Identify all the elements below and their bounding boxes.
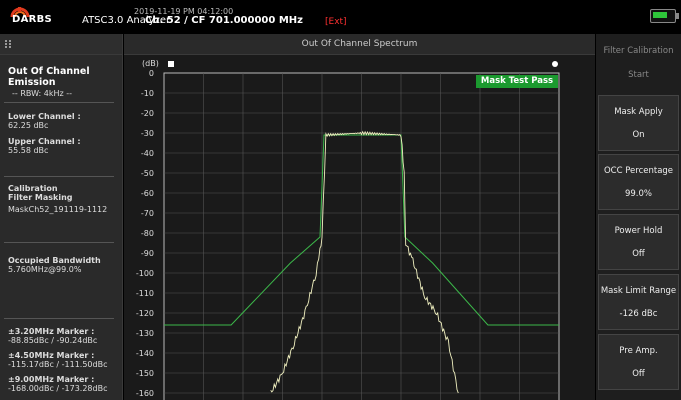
- right-soft-key-panel: Filter Calibration Start Mask Apply On O…: [596, 34, 681, 400]
- spectrum-panel: Out Of Channel Spectrum (dB) 0 -10 -20 -30-…: [124, 34, 595, 400]
- spectrum-trace: [270, 130, 459, 394]
- title-bar: DARBS ATSC3.0 Analyzer 2019-11-19 PM 04:…: [0, 0, 681, 33]
- y-tick-label: -110: [136, 289, 154, 298]
- marker-3-20mhz: ±3.20MHz Marker : -88.85dBc / -90.24dBc: [8, 327, 98, 345]
- divider: [4, 318, 114, 319]
- divider: [4, 176, 114, 177]
- y-tick-label: -30: [141, 129, 154, 138]
- y-tick-label: -140: [136, 349, 154, 358]
- occupied-bandwidth: Occupied Bandwidth 5.760MHz@99.0%: [8, 256, 101, 274]
- spectrum-chart[interactable]: 0 -10 -20 -30 -40 -50 -60 -70 -80 -90 -100 -110 -120…: [124, 34, 595, 400]
- channel-frequency: Ch. 52 / CF 701.000000 MHz: [145, 15, 303, 26]
- mask-apply-button[interactable]: Mask Apply On: [598, 95, 679, 151]
- mask-limit-range-button[interactable]: Mask Limit Range -126 dBc: [598, 274, 679, 330]
- marker-9-00mhz: ±9.00MHz Marker : -168.00dBc / -173.28dB…: [8, 375, 108, 393]
- y-tick-label: 0: [149, 69, 154, 78]
- y-tick-label: -10: [141, 89, 154, 98]
- y-tick-label: -50: [141, 169, 154, 178]
- ext-indicator: [Ext]: [325, 17, 347, 27]
- rbw-label: -- RBW: 4kHz --: [12, 89, 73, 98]
- mask-test-badge: Mask Test Pass: [476, 75, 558, 88]
- occ-percentage-button[interactable]: OCC Percentage 99.0%: [598, 154, 679, 210]
- power-hold-button[interactable]: Power Hold Off: [598, 214, 679, 270]
- drag-grip-icon[interactable]: [5, 40, 11, 48]
- y-tick-label: -120: [136, 309, 154, 318]
- y-tick-label: -20: [141, 109, 154, 118]
- y-tick-label: -100: [136, 269, 154, 278]
- measurement-title: Out Of Channel Emission: [8, 66, 90, 88]
- y-tick-label: -150: [136, 369, 154, 378]
- marker-4-50mhz: ±4.50MHz Marker : -115.17dBc / -111.50dB…: [8, 351, 108, 369]
- divider: [4, 102, 114, 103]
- left-info-panel: Out Of Channel Emission -- RBW: 4kHz -- …: [0, 34, 123, 400]
- filter-calibration-label[interactable]: Filter Calibration: [596, 46, 681, 56]
- pre-amp-button[interactable]: Pre Amp. Off: [598, 334, 679, 390]
- y-tick-label: -80: [141, 229, 154, 238]
- battery-icon: [650, 9, 679, 23]
- y-tick-label: -40: [141, 149, 154, 158]
- y-tick-label: -130: [136, 329, 154, 338]
- y-tick-label: -70: [141, 209, 154, 218]
- calibration-info: Calibration Filter Masking MaskCh52_1911…: [8, 184, 108, 214]
- y-tick-label: -60: [141, 189, 154, 198]
- logo-text: DARBS: [12, 14, 53, 25]
- upper-channel: Upper Channel : 55.58 dBc: [8, 137, 81, 155]
- chart-grid: [163, 72, 560, 400]
- lower-channel: Lower Channel : 62.25 dBc: [8, 112, 81, 130]
- y-tick-label: -90: [141, 249, 154, 258]
- y-axis-labels: 0 -10 -20 -30 -40 -50 -60 -70 -80 -90 -100 -110 -120…: [136, 69, 154, 398]
- panel-header: [0, 34, 122, 55]
- filter-calibration-start[interactable]: Start: [596, 70, 681, 80]
- divider: [4, 242, 114, 243]
- y-tick-label: -160: [136, 389, 154, 398]
